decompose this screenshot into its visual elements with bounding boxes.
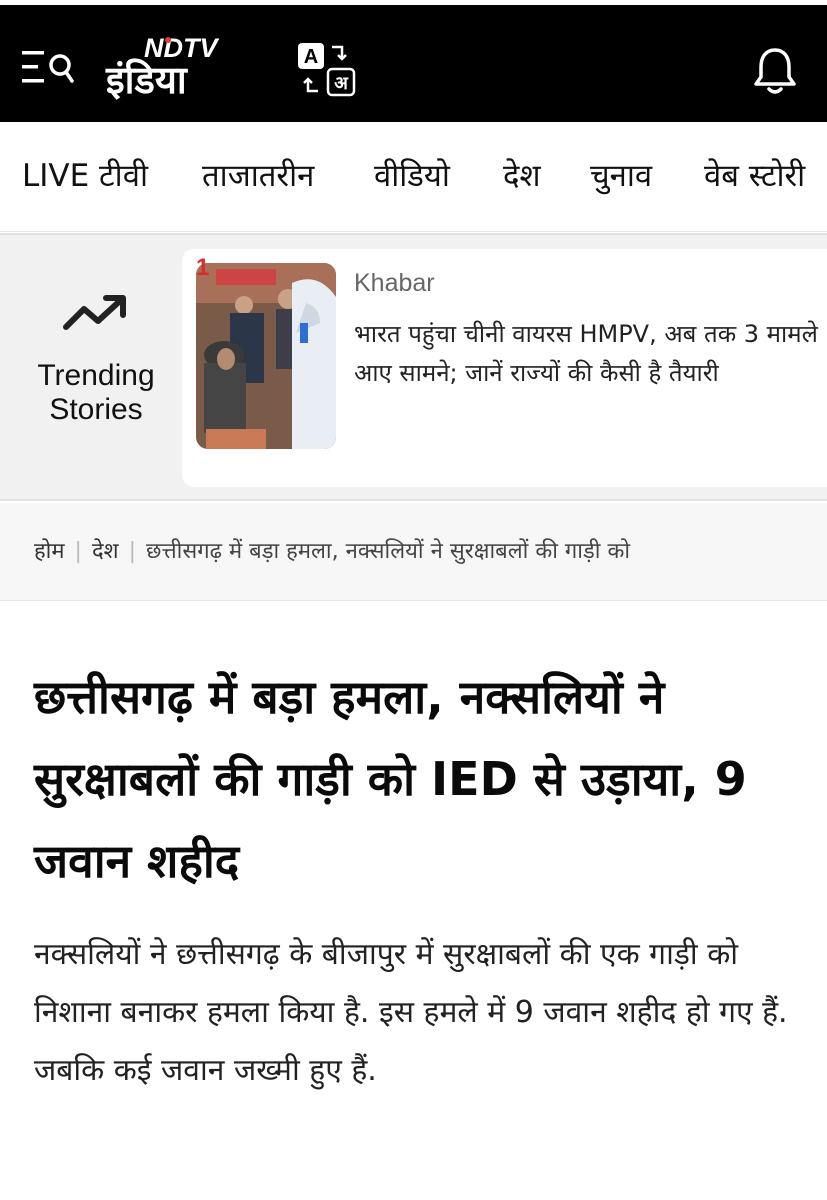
story-source: Khabar — [354, 269, 435, 297]
nav-item-live-tv[interactable]: LIVE टीवी — [22, 156, 148, 196]
breadcrumb-current: छत्तीसगढ़ में बड़ा हमला, नक्सलियों ने सु… — [146, 539, 631, 564]
story-thumbnail — [196, 263, 336, 449]
logo-bottom-text: इंडिया — [105, 58, 188, 101]
menu-search-icon[interactable] — [22, 47, 78, 87]
main-nav: LIVE टीवी ताजातरीन वीडियो देश चुनाव वेब … — [0, 122, 827, 232]
breadcrumb-separator: | — [74, 539, 82, 564]
breadcrumb-section[interactable]: देश — [92, 539, 119, 564]
top-header: NDTV इंडिया A अ — [0, 5, 827, 122]
trending-stories-section: Trending Stories Khabar भारत पहुंचा चीनी… — [0, 233, 827, 501]
article-headline: छत्तीसगढ़ में बड़ा हमला, नक्सलियों ने सु… — [34, 670, 747, 888]
nav-item-videos[interactable]: वीडियो — [374, 156, 450, 196]
bell-icon[interactable] — [752, 45, 798, 97]
article-summary: नक्सलियों ने छत्तीसगढ़ के बीजापुर में सु… — [34, 937, 788, 1088]
logo-red-dot — [165, 37, 171, 43]
nav-item-web-stories[interactable]: वेब स्टोरी — [704, 156, 805, 196]
breadcrumb: होम | देश | छत्तीसगढ़ में बड़ा हमला, नक्सलिय… — [0, 503, 827, 601]
trending-up-icon — [63, 295, 126, 330]
trending-label: Trending Stories — [37, 359, 155, 426]
breadcrumb-separator: | — [128, 539, 137, 564]
story-rank: 1 — [196, 254, 210, 281]
svg-text:A: A — [304, 46, 318, 68]
svg-text:अ: अ — [334, 73, 349, 94]
nav-item-latest[interactable]: ताजातरीन — [202, 156, 314, 196]
ndtv-india-logo[interactable]: NDTV इंडिया — [104, 31, 274, 101]
translate-icon[interactable]: A अ — [296, 41, 358, 97]
breadcrumb-home[interactable]: होम — [34, 539, 65, 564]
trending-story-card[interactable]: Khabar भारत पहुंचा चीनी वायरस HMPV, अब त… — [182, 249, 827, 487]
story-title[interactable]: भारत पहुंचा चीनी वायरस HMPV, अब तक 3 माम… — [354, 315, 824, 393]
nav-item-elections[interactable]: चुनाव — [590, 156, 652, 196]
nav-item-country[interactable]: देश — [503, 156, 541, 196]
